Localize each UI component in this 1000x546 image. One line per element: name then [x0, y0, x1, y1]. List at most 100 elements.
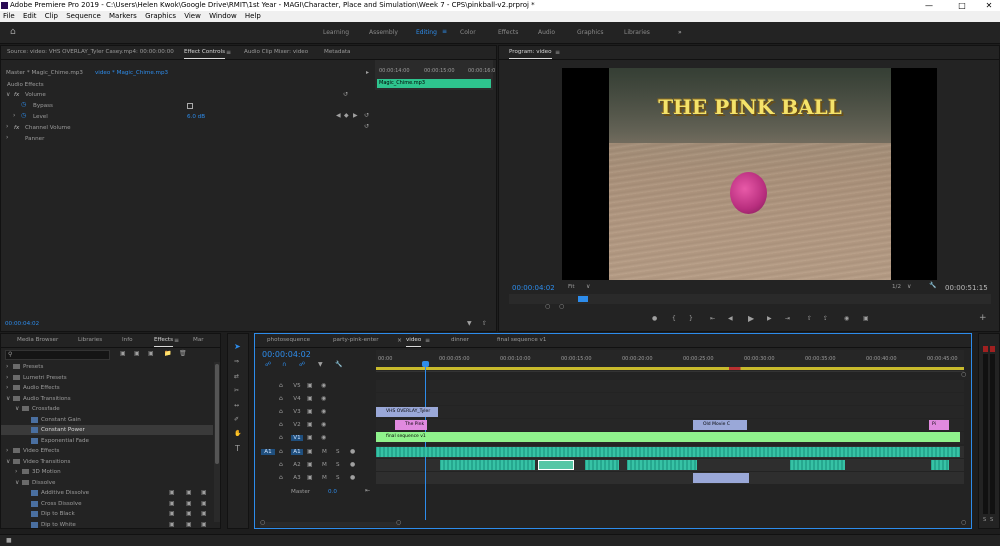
sync-lock-icon[interactable]: ▣	[307, 475, 313, 481]
timeline-zoom-bar[interactable]: ○ ○	[260, 520, 401, 527]
settings-wrench-icon[interactable]: 🔧	[929, 283, 936, 289]
menu-clip[interactable]: Clip	[45, 12, 58, 20]
selection-tool-icon[interactable]: ➤	[234, 343, 241, 351]
menu-edit[interactable]: Edit	[23, 12, 37, 20]
fit-dropdown[interactable]: Fit	[568, 284, 575, 290]
track-label-v1[interactable]: V1	[291, 435, 303, 441]
clip-the-pink[interactable]: The Pink	[395, 420, 427, 430]
zoom-left-handle-icon[interactable]: ○	[260, 520, 265, 526]
mute-track-button[interactable]: M	[322, 475, 327, 481]
lock-track-icon[interactable]: ⌂	[279, 475, 283, 481]
timeline-menu-icon[interactable]: ≡	[425, 338, 430, 344]
program-timecode[interactable]: 00:00:04:02	[512, 284, 555, 292]
collapse-volume-icon[interactable]: ∨	[6, 92, 10, 98]
filter-icon[interactable]: ▼	[467, 321, 472, 327]
tab-seq-party-pink[interactable]: party-pink-enter	[333, 337, 379, 343]
32bit-filter-icon[interactable]: ▣	[134, 351, 140, 357]
track-select-tool-icon[interactable]: ⇒	[234, 359, 239, 365]
mark-in-icon[interactable]: {	[672, 316, 676, 322]
tab-seq-final[interactable]: final sequence v1	[497, 337, 546, 343]
step-back-icon[interactable]: ◀	[728, 316, 733, 322]
tab-metadata[interactable]: Metadata	[324, 49, 351, 55]
menu-sequence[interactable]: Sequence	[66, 12, 101, 20]
sync-lock-icon[interactable]: ▣	[307, 435, 313, 441]
go-to-out-icon[interactable]: ⇥	[785, 316, 790, 322]
clip-audio-a2-selected[interactable]	[538, 460, 574, 470]
workspace-overflow[interactable]: »	[678, 29, 682, 36]
resolution-dropdown[interactable]: 1/2	[892, 284, 901, 290]
program-menu-icon[interactable]: ≡	[555, 50, 560, 56]
clip-old-movie[interactable]: Old Movie C	[693, 420, 747, 430]
playhead-head[interactable]	[422, 361, 429, 367]
ripple-edit-tool-icon[interactable]: ⇄	[234, 374, 239, 380]
tab-program[interactable]: Program: video	[509, 49, 552, 59]
next-keyframe-icon[interactable]: ▶	[353, 113, 358, 119]
workspace-menu-icon[interactable]: ≡	[442, 29, 447, 35]
timeline-timecode[interactable]: 00:00:04:02	[262, 350, 311, 359]
effects-tree-item[interactable]: Dip to Black ▣ ▣ ▣	[1, 509, 213, 519]
minimize-button[interactable]: —	[920, 0, 938, 11]
menu-graphics[interactable]: Graphics	[145, 12, 176, 20]
fit-chevron-icon[interactable]: ∨	[586, 284, 590, 290]
tab-audio-clip-mixer[interactable]: Audio Clip Mixer: video	[244, 49, 308, 55]
mini-timeline[interactable]: 00:00:14:00 00:00:15:00 00:00:16:0 Magic…	[375, 60, 495, 90]
reset-channel-icon[interactable]: ↺	[364, 124, 369, 130]
meter-solo-left[interactable]: S	[983, 517, 986, 523]
clip-vhs-overlay[interactable]: VHS OVERLAY_Tyler	[376, 407, 438, 417]
accelerated-filter-icon[interactable]: ▣	[120, 351, 126, 357]
clip-audio-a3[interactable]	[693, 473, 749, 483]
workspace-graphics[interactable]: Graphics	[577, 29, 604, 36]
compare-view-icon[interactable]: ▣	[863, 316, 869, 322]
timeline-scroll-bottom-icon[interactable]: ○	[961, 520, 966, 526]
reset-volume-icon[interactable]: ↺	[343, 92, 348, 98]
track-label-v2[interactable]: V2	[291, 422, 303, 428]
voice-over-record-icon[interactable]: ●	[350, 449, 355, 455]
master-volume-value[interactable]: 0.0	[328, 489, 337, 495]
master-go-to-icon[interactable]: ⇤	[365, 488, 370, 494]
linked-selection-icon[interactable]: ☍	[299, 362, 305, 368]
chevron-down-icon[interactable]: ∨	[15, 406, 19, 412]
zoom-handle-left-icon[interactable]: ○	[545, 304, 550, 310]
effect-controls-timecode[interactable]: 00:00:04:02	[5, 321, 39, 327]
source-patch-a1[interactable]: A1	[261, 449, 275, 455]
razor-tool-icon[interactable]: ✂	[234, 388, 239, 394]
effects-tree-item[interactable]: ∨ Dissolve	[1, 478, 213, 488]
panel-menu-icon[interactable]: ≡	[226, 50, 231, 56]
program-video-frame[interactable]: THE PINK BALL	[562, 68, 937, 280]
snap-icon[interactable]: ∩	[282, 362, 286, 368]
effects-tree-item[interactable]: Additive Dissolve ▣ ▣ ▣	[1, 488, 213, 498]
bypass-checkbox[interactable]	[187, 103, 193, 109]
effects-menu-icon[interactable]: ≡	[174, 338, 179, 344]
expand-channel-volume-icon[interactable]: ›	[6, 124, 8, 130]
tab-effect-controls[interactable]: Effect Controls	[184, 49, 226, 59]
tab-libraries[interactable]: Libraries	[78, 337, 102, 343]
zoom-handle-right-icon[interactable]: ○	[559, 304, 564, 310]
effects-tree-item[interactable]: › Video Effects	[1, 446, 213, 456]
track-lane[interactable]	[376, 419, 964, 431]
sync-lock-icon[interactable]: ▣	[307, 422, 313, 428]
hand-tool-icon[interactable]: ✋	[234, 431, 241, 437]
meter-solo-right[interactable]: S	[990, 517, 993, 523]
resolution-chevron-icon[interactable]: ∨	[907, 284, 911, 290]
lift-icon[interactable]: ⇧	[807, 316, 812, 322]
effects-search-input[interactable]: ⚲	[5, 350, 110, 360]
master-clip-label[interactable]: Master * Magic_Chime.mp3	[6, 70, 83, 76]
lock-track-icon[interactable]: ⌂	[279, 422, 283, 428]
toggle-output-eye-icon[interactable]: ◉	[321, 409, 326, 415]
chevron-right-icon[interactable]: ›	[15, 469, 17, 475]
status-indicator-icon[interactable]: ■	[6, 538, 12, 544]
toggle-output-eye-icon[interactable]: ◉	[321, 422, 326, 428]
effects-tree-item[interactable]: › 3D Motion	[1, 467, 213, 477]
tab-effects[interactable]: Effects	[154, 337, 174, 347]
close-button[interactable]: ✕	[980, 0, 998, 11]
solo-track-button[interactable]: S	[336, 475, 340, 481]
solo-track-button[interactable]: S	[336, 449, 340, 455]
expand-panner-icon[interactable]: ›	[6, 135, 8, 141]
playhead-marker[interactable]	[578, 296, 588, 302]
chevron-right-icon[interactable]: ›	[6, 385, 8, 391]
track-lane[interactable]	[376, 393, 964, 405]
effects-scroll-thumb[interactable]	[215, 364, 219, 464]
effects-tree-item[interactable]: › Lumetri Presets	[1, 373, 213, 383]
step-forward-icon[interactable]: ▶	[767, 316, 772, 322]
extract-icon[interactable]: ⇪	[823, 316, 828, 322]
